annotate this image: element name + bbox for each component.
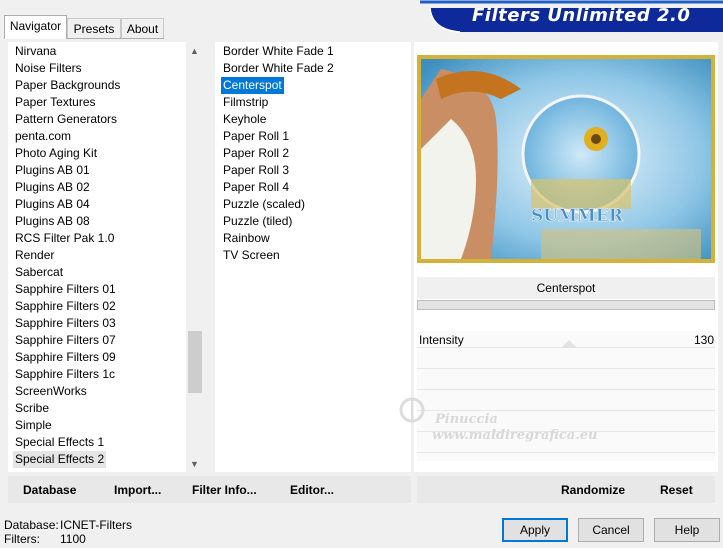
help-button[interactable]: Help	[654, 518, 720, 542]
filter-item[interactable]: Paper Roll 4	[221, 179, 291, 196]
filter-item[interactable]: Puzzle (tiled)	[221, 213, 294, 230]
category-item[interactable]: Render	[13, 247, 56, 264]
watermark-url: www.maldiregrafica.eu	[432, 428, 598, 443]
filter-item[interactable]: Filmstrip	[221, 94, 270, 111]
param-row-line	[417, 368, 715, 369]
watermark-logo-icon	[399, 397, 425, 423]
category-item[interactable]: Plugins AB 01	[13, 162, 92, 179]
filter-item[interactable]: Border White Fade 1	[221, 43, 336, 60]
preview-image: SUMMER	[421, 59, 711, 259]
filter-divider	[417, 300, 715, 310]
category-item[interactable]: Sapphire Filters 07	[13, 332, 118, 349]
filters-label: Filters:	[4, 532, 40, 546]
database-label: Database:	[4, 518, 59, 532]
filter-name: Centerspot	[417, 277, 715, 299]
filter-item[interactable]: Border White Fade 2	[221, 60, 336, 77]
category-item[interactable]: Noise Filters	[13, 60, 84, 77]
category-item[interactable]: ScreenWorks	[13, 383, 89, 400]
category-item[interactable]: Paper Backgrounds	[13, 77, 122, 94]
category-item[interactable]: Simple	[13, 417, 54, 434]
param-row-line	[417, 452, 715, 453]
filters-value: 1100	[60, 532, 86, 546]
category-item[interactable]: Sapphire Filters 03	[13, 315, 118, 332]
slider-thumb-icon[interactable]	[561, 338, 577, 348]
tab-about[interactable]: About	[121, 18, 164, 38]
category-item[interactable]: Plugins AB 04	[13, 196, 92, 213]
database-value: ICNET-Filters	[60, 518, 132, 532]
preview-text: SUMMER	[531, 206, 624, 226]
category-item[interactable]: Sapphire Filters 09	[13, 349, 118, 366]
filter-item[interactable]: Centerspot	[221, 77, 284, 94]
filter-item[interactable]: Puzzle (scaled)	[221, 196, 307, 213]
category-item[interactable]: Plugins AB 02	[13, 179, 92, 196]
randomize-button[interactable]: Randomize	[561, 483, 625, 497]
apply-button[interactable]: Apply	[502, 518, 568, 542]
tab-navigator[interactable]: Navigator	[4, 15, 67, 39]
category-item[interactable]: Paper Textures	[13, 94, 98, 111]
param-value-intensity[interactable]: 130	[694, 333, 714, 347]
category-item[interactable]: Special Effects 2	[13, 451, 107, 468]
category-item[interactable]: Sabercat	[13, 264, 65, 281]
category-item[interactable]: Sapphire Filters 1c	[13, 366, 117, 383]
category-item[interactable]: Scribe	[13, 400, 51, 417]
category-item[interactable]: Sapphire Filters 02	[13, 298, 118, 315]
tab-presets[interactable]: Presets	[67, 18, 121, 38]
param-row-line	[417, 389, 715, 390]
filter-item[interactable]: Paper Roll 3	[221, 162, 291, 179]
filter-item[interactable]: Paper Roll 2	[221, 145, 291, 162]
category-item[interactable]: Plugins AB 08	[13, 213, 92, 230]
watermark-name: Pinuccia	[435, 412, 498, 427]
scroll-up-icon[interactable]: ▲	[186, 43, 203, 60]
database-button[interactable]: Database	[23, 483, 76, 497]
filter-item[interactable]: TV Screen	[221, 247, 282, 264]
cancel-button[interactable]: Cancel	[578, 518, 644, 542]
category-item[interactable]: Nirvana	[13, 43, 58, 60]
app-title: Filters Unlimited 2.0	[472, 5, 691, 26]
param-row-line	[417, 410, 715, 411]
scroll-thumb[interactable]	[188, 331, 202, 393]
scroll-down-icon[interactable]: ▼	[186, 456, 203, 473]
filter-item[interactable]: Paper Roll 1	[221, 128, 291, 145]
filter-item[interactable]: Rainbow	[221, 230, 272, 247]
filter-item[interactable]: Keyhole	[221, 111, 268, 128]
category-item[interactable]: Photo Aging Kit	[13, 145, 99, 162]
param-label-intensity: Intensity	[419, 333, 464, 347]
reset-button[interactable]: Reset	[660, 483, 693, 497]
editor-button[interactable]: Editor...	[290, 483, 334, 497]
category-item[interactable]: Special Effects 1	[13, 434, 106, 451]
category-item[interactable]: penta.com	[13, 128, 73, 145]
category-item[interactable]: RCS Filter Pak 1.0	[13, 230, 116, 247]
filter-info-button[interactable]: Filter Info...	[192, 483, 257, 497]
category-item[interactable]: Pattern Generators	[13, 111, 119, 128]
import-button[interactable]: Import...	[114, 483, 161, 497]
category-item[interactable]: Sapphire Filters 01	[13, 281, 118, 298]
category-scrollbar[interactable]	[186, 42, 203, 472]
